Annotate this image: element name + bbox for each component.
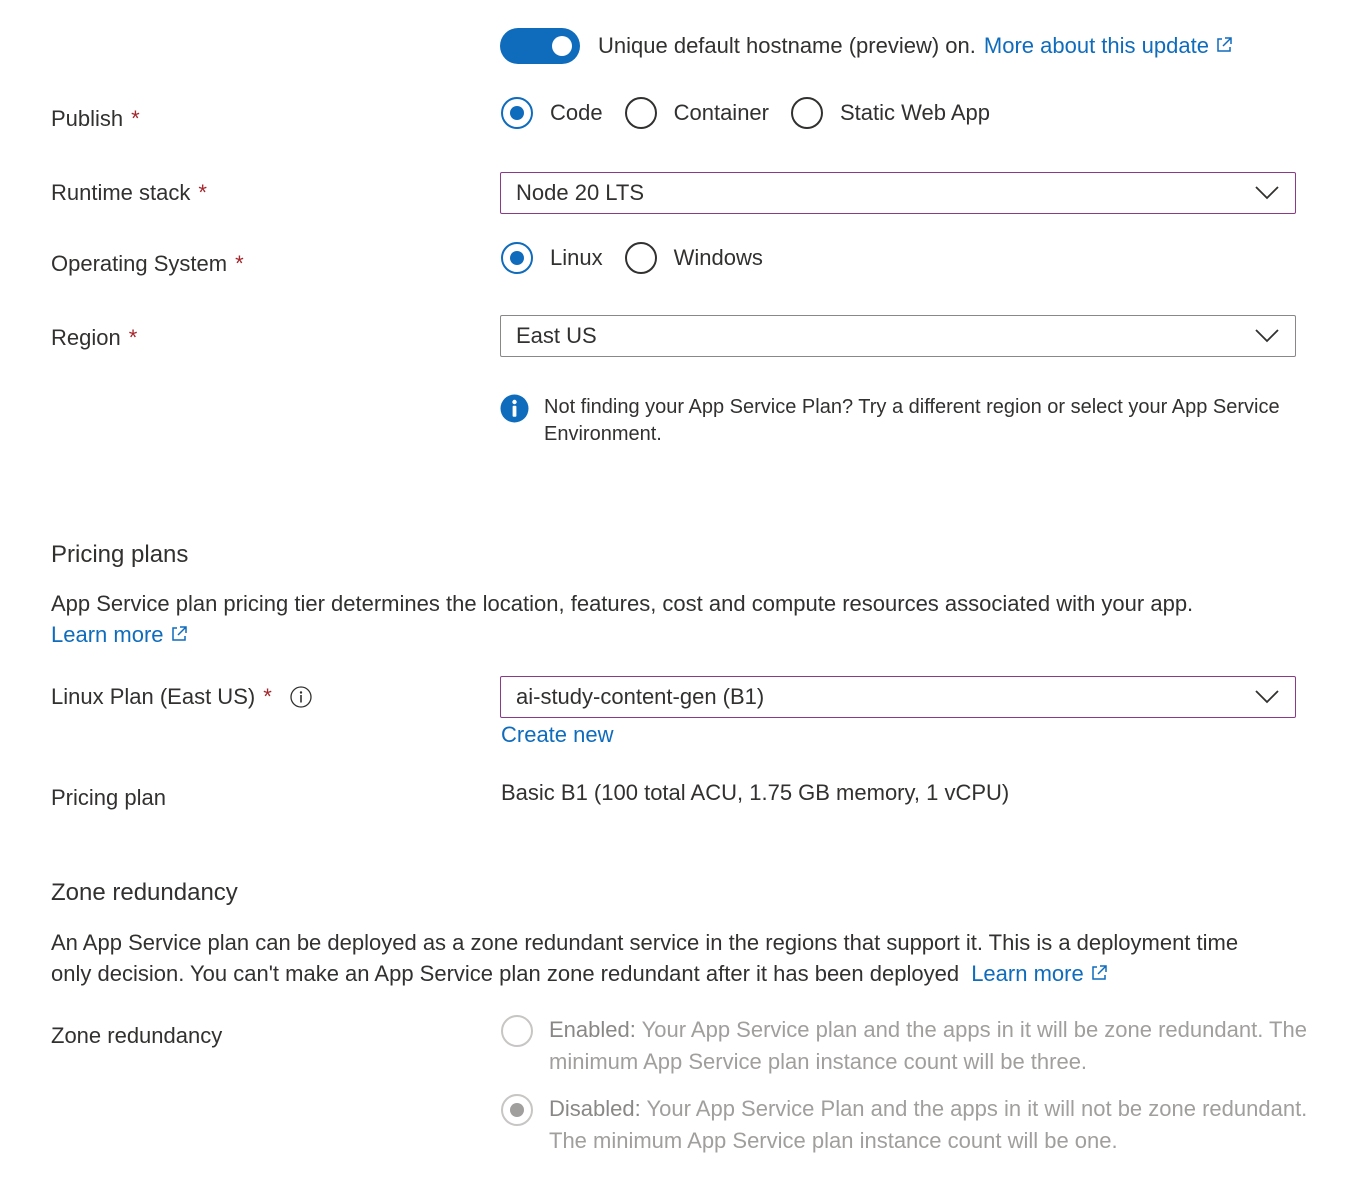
region-info-message: Not finding your App Service Plan? Try a… [500,394,1284,448]
linux-plan-dropdown[interactable]: ai-study-content-gen (B1) [500,676,1296,718]
publish-option-container[interactable]: Container [624,97,769,129]
zone-option-disabled[interactable]: Disabled: Your App Service Plan and the … [501,1093,1309,1157]
zone-disabled-text: Disabled: Your App Service Plan and the … [549,1096,1308,1153]
zone-enabled-text: Enabled: Your App Service plan and the a… [549,1017,1307,1074]
publish-radio-group: Code Container Static Web App [501,97,1012,129]
pricing-learn-more-link[interactable]: Learn more [51,622,188,647]
runtime-stack-dropdown[interactable]: Node 20 LTS [500,172,1296,214]
external-link-icon [1217,37,1232,52]
region-label: Region * [51,325,138,350]
zone-redundancy-description: An App Service plan can be deployed as a… [51,930,1239,986]
pricing-plan-value: Basic B1 (100 total ACU, 1.75 GB memory,… [501,780,1010,805]
publish-option-code[interactable]: Code [501,97,603,129]
zone-option-enabled[interactable]: Enabled: Your App Service plan and the a… [501,1014,1309,1078]
publish-label: Publish * [51,106,140,131]
hostname-row: Unique default hostname (preview) on. Mo… [500,28,1233,64]
radio-unchecked-icon [790,97,823,129]
info-circle-icon[interactable] [290,686,312,708]
hostname-text: Unique default hostname (preview) on. [598,33,976,58]
external-link-icon [171,626,187,641]
chevron-down-icon [1255,186,1279,200]
info-icon [500,394,529,423]
zone-redundancy-heading: Zone redundancy [51,879,238,906]
os-radio-group: Linux Windows [501,242,785,274]
publish-option-static-web-app[interactable]: Static Web App [790,97,990,129]
runtime-stack-value: Node 20 LTS [516,180,645,205]
create-new-link[interactable]: Create new [501,722,614,748]
linux-plan-value: ai-study-content-gen (B1) [516,684,765,709]
radio-checked-icon [501,97,533,129]
pricing-plan-label: Pricing plan [51,785,166,810]
radio-checked-icon [501,242,533,274]
hostname-toggle[interactable] [500,28,580,64]
os-label: Operating System * [51,251,244,276]
radio-unchecked-icon [624,242,657,274]
chevron-down-icon [1255,690,1279,704]
external-link-icon [1091,965,1107,980]
zone-redundancy-label: Zone redundancy [51,1023,223,1048]
more-about-update-link[interactable]: More about this update [984,33,1233,59]
chevron-down-icon [1255,329,1279,343]
pricing-plans-heading: Pricing plans [51,541,189,568]
region-info-text: Not finding your App Service Plan? Try a… [544,396,1280,445]
region-value: East US [516,323,597,348]
radio-disabled-checked-icon [501,1094,533,1126]
region-dropdown[interactable]: East US [500,315,1296,357]
radio-unchecked-icon [624,97,657,129]
pricing-plans-description: App Service plan pricing tier determines… [51,591,1194,647]
os-option-linux[interactable]: Linux [501,242,603,274]
linux-plan-label: Linux Plan (East US) * [51,684,312,710]
runtime-stack-label: Runtime stack * [51,180,207,205]
radio-disabled-icon [501,1015,533,1047]
zone-learn-more-link[interactable]: Learn more [971,961,1108,986]
os-option-windows[interactable]: Windows [624,242,763,274]
